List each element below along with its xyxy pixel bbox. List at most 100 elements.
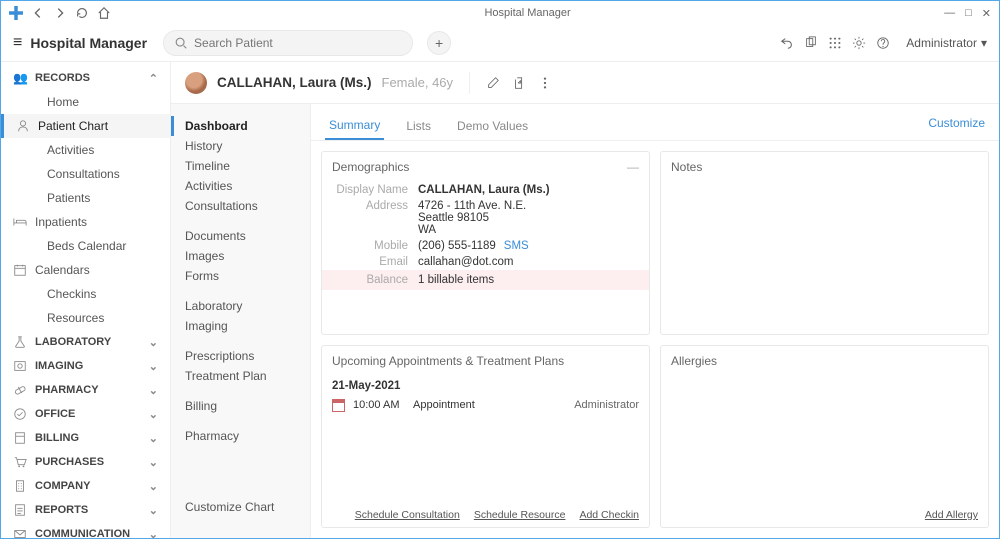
chart-nav-forms[interactable]: Forms bbox=[185, 266, 296, 286]
chevron-down-icon: ⌄ bbox=[149, 528, 158, 539]
card-title: Demographics bbox=[332, 160, 409, 174]
demo-label: Display Name bbox=[332, 184, 418, 196]
chart-nav-laboratory[interactable]: Laboratory bbox=[185, 296, 296, 316]
add-checkin-link[interactable]: Add Checkin bbox=[579, 509, 639, 521]
minimize-button[interactable]: — bbox=[944, 7, 955, 20]
demo-email: callahan@dot.com bbox=[418, 256, 639, 268]
more-icon[interactable] bbox=[538, 76, 552, 90]
chevron-down-icon: ⌄ bbox=[149, 480, 158, 493]
card-notes: Notes bbox=[660, 151, 989, 335]
schedule-consultation-link[interactable]: Schedule Consultation bbox=[355, 509, 460, 521]
edit-icon[interactable] bbox=[486, 76, 500, 90]
chart-nav-history[interactable]: History bbox=[185, 136, 296, 156]
chart-nav-prescriptions[interactable]: Prescriptions bbox=[185, 346, 296, 366]
tab-summary[interactable]: Summary bbox=[325, 112, 384, 140]
building-icon bbox=[13, 479, 27, 493]
apps-grid-icon[interactable] bbox=[828, 36, 842, 50]
card-title: Notes bbox=[671, 160, 702, 174]
customize-link[interactable]: Customize bbox=[928, 116, 985, 136]
chart-nav-documents[interactable]: Documents bbox=[185, 226, 296, 246]
tab-lists[interactable]: Lists bbox=[402, 113, 435, 139]
customize-chart-link[interactable]: Customize Chart bbox=[185, 500, 296, 526]
demo-address: 4726 - 11th Ave. N.E.Seattle 98105WA bbox=[418, 200, 639, 236]
add-button[interactable]: + bbox=[427, 31, 451, 55]
nav-item-beds-calendar[interactable]: Beds Calendar bbox=[1, 234, 170, 258]
chart-nav-consultations[interactable]: Consultations bbox=[185, 196, 296, 216]
nav-section-laboratory[interactable]: LABORATORY⌄ bbox=[1, 330, 170, 354]
chevron-up-icon: ⌃ bbox=[149, 72, 158, 85]
app-logo-icon bbox=[9, 6, 23, 20]
user-menu[interactable]: Administrator ▾ bbox=[906, 36, 987, 50]
chart-nav-pharmacy[interactable]: Pharmacy bbox=[185, 426, 296, 446]
nav-item-activities[interactable]: Activities bbox=[1, 138, 170, 162]
nav-item-patients[interactable]: Patients bbox=[1, 186, 170, 210]
nav-section-imaging[interactable]: IMAGING⌄ bbox=[1, 354, 170, 378]
nav-section-company[interactable]: COMPANY⌄ bbox=[1, 474, 170, 498]
chart-nav-timeline[interactable]: Timeline bbox=[185, 156, 296, 176]
window-title: Hospital Manager bbox=[111, 7, 944, 19]
main-sidebar: 👥 RECORDS ⌃ Home Patient Chart Activitie… bbox=[1, 62, 171, 538]
nav-item-consultations[interactable]: Consultations bbox=[1, 162, 170, 186]
chevron-down-icon: ⌄ bbox=[149, 432, 158, 445]
nav-section-communication[interactable]: COMMUNICATION⌄ bbox=[1, 522, 170, 538]
nav-item-inpatients[interactable]: Inpatients bbox=[1, 210, 170, 234]
imaging-icon bbox=[13, 359, 27, 373]
nav-section-reports[interactable]: REPORTS⌄ bbox=[1, 498, 170, 522]
menu-toggle-icon[interactable]: ≡ bbox=[13, 34, 22, 52]
cart-icon bbox=[13, 455, 27, 469]
collapse-icon[interactable]: — bbox=[627, 160, 639, 174]
undo-icon[interactable] bbox=[780, 36, 794, 50]
nav-section-pharmacy[interactable]: PHARMACY⌄ bbox=[1, 378, 170, 402]
nav-item-resources[interactable]: Resources bbox=[1, 306, 170, 330]
maximize-button[interactable]: □ bbox=[965, 7, 972, 20]
bed-icon bbox=[13, 215, 27, 229]
close-button[interactable]: ✕ bbox=[982, 7, 991, 20]
copy-icon[interactable] bbox=[804, 36, 818, 50]
nav-item-checkins[interactable]: Checkins bbox=[1, 282, 170, 306]
search-icon bbox=[174, 36, 188, 50]
card-demographics: Demographics— Display NameCALLAHAN, Laur… bbox=[321, 151, 650, 335]
demo-label: Balance bbox=[332, 274, 418, 286]
nav-item-calendars[interactable]: Calendars bbox=[1, 258, 170, 282]
export-icon[interactable] bbox=[512, 76, 526, 90]
nav-section-records[interactable]: 👥 RECORDS ⌃ bbox=[1, 66, 170, 90]
nav-section-purchases[interactable]: PURCHASES⌄ bbox=[1, 450, 170, 474]
nav-item-home[interactable]: Home bbox=[1, 90, 170, 114]
nav-section-billing[interactable]: BILLING⌄ bbox=[1, 426, 170, 450]
forward-icon[interactable] bbox=[53, 6, 67, 20]
calculator-icon bbox=[13, 431, 27, 445]
people-icon: 👥 bbox=[13, 71, 27, 85]
chevron-down-icon: ⌄ bbox=[149, 384, 158, 397]
demo-label: Address bbox=[332, 200, 418, 236]
tab-demo-values[interactable]: Demo Values bbox=[453, 113, 532, 139]
chart-nav-dashboard[interactable]: Dashboard bbox=[171, 116, 296, 136]
nav-section-label: RECORDS bbox=[35, 72, 90, 84]
search-box[interactable] bbox=[163, 30, 413, 56]
chart-nav-billing[interactable]: Billing bbox=[185, 396, 296, 416]
home-icon[interactable] bbox=[97, 6, 111, 20]
sms-link[interactable]: SMS bbox=[504, 240, 529, 252]
help-icon[interactable] bbox=[876, 36, 890, 50]
gear-icon[interactable] bbox=[852, 36, 866, 50]
nav-section-office[interactable]: OFFICE⌄ bbox=[1, 402, 170, 426]
user-label: Administrator bbox=[906, 36, 977, 50]
search-input[interactable] bbox=[194, 36, 402, 50]
chart-nav-images[interactable]: Images bbox=[185, 246, 296, 266]
chart-nav-treatment-plan[interactable]: Treatment Plan bbox=[185, 366, 296, 386]
add-allergy-link[interactable]: Add Allergy bbox=[925, 509, 978, 521]
schedule-resource-link[interactable]: Schedule Resource bbox=[474, 509, 566, 521]
appointment-by: Administrator bbox=[574, 399, 639, 411]
envelope-icon bbox=[13, 527, 27, 538]
nav-item-patient-chart[interactable]: Patient Chart bbox=[1, 114, 170, 138]
back-icon[interactable] bbox=[31, 6, 45, 20]
chevron-down-icon: ⌄ bbox=[149, 360, 158, 373]
card-appointments: Upcoming Appointments & Treatment Plans … bbox=[321, 345, 650, 529]
appointment-type: Appointment bbox=[413, 399, 566, 411]
card-title: Upcoming Appointments & Treatment Plans bbox=[332, 354, 564, 368]
appointment-row[interactable]: 10:00 AM Appointment Administrator bbox=[332, 396, 639, 415]
chart-nav-imaging[interactable]: Imaging bbox=[185, 316, 296, 336]
main-toolbar: ≡ Hospital Manager + Administrator ▾ bbox=[1, 25, 999, 61]
chevron-down-icon: ▾ bbox=[981, 36, 987, 50]
chart-nav-activities[interactable]: Activities bbox=[185, 176, 296, 196]
refresh-icon[interactable] bbox=[75, 6, 89, 20]
